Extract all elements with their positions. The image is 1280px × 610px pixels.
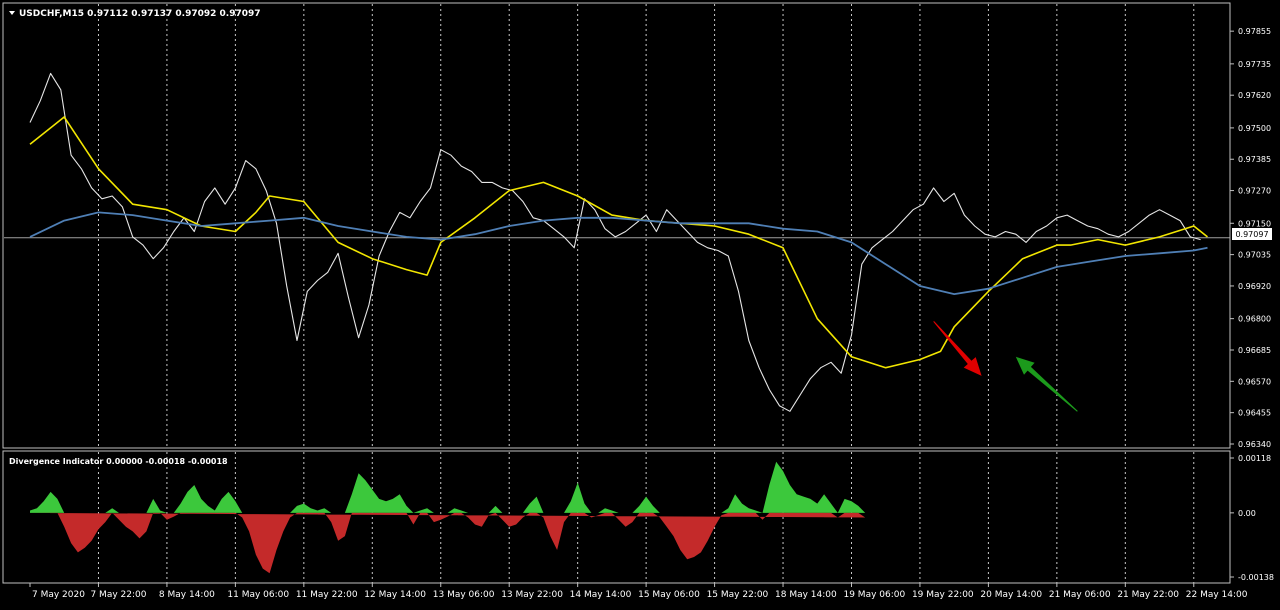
y-tick-label: 0.96800 [1238, 315, 1271, 324]
y-tick-label: 0.96920 [1238, 282, 1271, 291]
y-tick-label: 0.96685 [1238, 346, 1271, 355]
x-tick-label: 15 May 22:00 [707, 590, 769, 600]
indicator-y-tick-label: 0.00 [1238, 509, 1256, 518]
x-tick-label: 19 May 22:00 [912, 590, 974, 600]
x-tick-label: 8 May 14:00 [159, 590, 215, 600]
indicator-header: Divergence Indicator 0.00000 -0.00018 -0… [9, 457, 228, 466]
trading-chart[interactable]: 7 May 2020 7 May 22:00 8 May 14:00 11 May 0… [0, 0, 1280, 606]
x-tick-label: 7 May 2020 [32, 590, 85, 600]
x-tick-label: 20 May 14:00 [980, 590, 1042, 600]
y-tick-label: 0.97735 [1238, 60, 1271, 69]
x-tick-label: 11 May 06:00 [227, 590, 289, 600]
y-tick-label: 0.97620 [1238, 91, 1271, 100]
chart-canvas[interactable]: 7 May 2020 7 May 22:00 8 May 14:00 11 May 0… [0, 0, 1280, 606]
indicator-y-tick-label: 0.00118 [1238, 454, 1271, 463]
y-tick-label: 0.97500 [1238, 124, 1271, 133]
x-tick-label: 11 May 22:00 [296, 590, 358, 600]
y-tick-label: 0.96340 [1238, 440, 1271, 449]
x-tick-label: 12 May 14:00 [364, 590, 426, 600]
y-tick-label: 0.97855 [1238, 27, 1271, 36]
current-price-label: 0.97097 [1235, 230, 1268, 239]
y-tick-label: 0.96455 [1238, 409, 1271, 418]
x-tick-label: 15 May 06:00 [638, 590, 700, 600]
x-tick-label: 18 May 14:00 [775, 590, 837, 600]
x-tick-label: 21 May 22:00 [1117, 590, 1179, 600]
y-tick-label: 0.96570 [1238, 377, 1271, 386]
x-tick-label: 13 May 22:00 [501, 590, 563, 600]
main-chart-header: USDCHF,M15 0.97112 0.97137 0.97092 0.970… [19, 9, 261, 19]
x-tick-label: 13 May 06:00 [433, 590, 495, 600]
x-tick-label: 22 May 14:00 [1186, 590, 1248, 600]
x-tick-label: 19 May 06:00 [843, 590, 905, 600]
y-tick-label: 0.97150 [1238, 219, 1271, 228]
x-tick-label: 21 May 06:00 [1049, 590, 1111, 600]
x-tick-label: 7 May 22:00 [90, 590, 146, 600]
x-tick-label: 14 May 14:00 [570, 590, 632, 600]
y-tick-label: 0.97270 [1238, 187, 1271, 196]
y-tick-label: 0.97385 [1238, 155, 1271, 164]
indicator-y-tick-label: -0.00138 [1238, 573, 1274, 582]
y-tick-label: 0.97035 [1238, 251, 1271, 260]
